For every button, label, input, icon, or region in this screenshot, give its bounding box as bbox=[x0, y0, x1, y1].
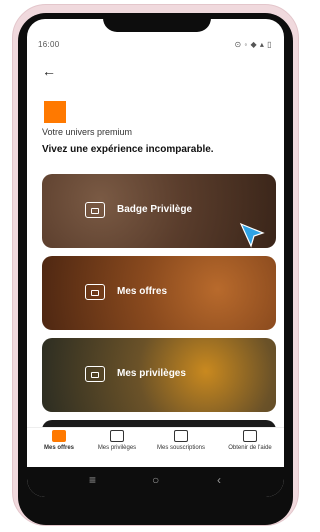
card-mes-privileges[interactable]: Mes privilèges bbox=[42, 338, 276, 412]
tab-label: Mes privilèges bbox=[97, 445, 137, 451]
privileges-icon bbox=[85, 366, 105, 382]
card-label: Mes offres bbox=[117, 286, 168, 297]
status-time: 16:00 bbox=[38, 40, 60, 49]
card-label: Badge Privilège bbox=[117, 204, 193, 215]
tab-mes-souscriptions[interactable]: Mes souscriptions bbox=[151, 430, 211, 451]
back-nav-icon[interactable]: ‹ bbox=[217, 474, 221, 486]
orange-logo bbox=[44, 101, 66, 123]
android-nav-bar: ≡ ○ ‹ bbox=[27, 467, 284, 497]
status-bar: 16:00 ⊙ ◦ ◆ ▴ ▯ bbox=[27, 40, 284, 54]
menu-nav-icon[interactable]: ≡ bbox=[89, 474, 96, 486]
phone-notch bbox=[103, 14, 211, 32]
status-icons: ⊙ ◦ ◆ ▴ ▯ bbox=[234, 40, 272, 49]
tap-cursor-icon bbox=[239, 222, 265, 248]
tab-mes-privileges[interactable]: Mes privilèges bbox=[87, 430, 147, 451]
card-label: Mes privilèges bbox=[117, 368, 186, 379]
privileges-tab-icon bbox=[110, 430, 124, 442]
page-headline: Vivez une expérience incomparable. bbox=[42, 144, 214, 155]
subscriptions-tab-icon bbox=[174, 430, 188, 442]
app-screen: 16:00 ⊙ ◦ ◆ ▴ ▯ ← Votre univers premium … bbox=[27, 19, 284, 497]
tab-label: Mes souscriptions bbox=[156, 445, 206, 451]
tab-mes-offres[interactable]: Mes offres bbox=[29, 430, 89, 451]
tab-label: Mes offres bbox=[43, 445, 74, 451]
section-eyebrow: Votre univers premium bbox=[42, 127, 133, 137]
card-mes-offres[interactable]: Mes offres bbox=[42, 256, 276, 330]
badge-icon bbox=[85, 202, 105, 218]
tab-label: Obtenir de l'aide bbox=[228, 445, 272, 451]
bottom-tab-bar: Mes offres Mes privilèges Mes souscripti… bbox=[27, 427, 284, 464]
help-tab-icon bbox=[243, 430, 257, 442]
home-nav-icon[interactable]: ○ bbox=[152, 474, 159, 486]
offers-tab-icon bbox=[52, 430, 66, 442]
back-arrow-icon[interactable]: ← bbox=[42, 64, 56, 78]
offers-icon bbox=[85, 284, 105, 300]
tab-obtenir-aide[interactable]: Obtenir de l'aide bbox=[220, 430, 280, 451]
